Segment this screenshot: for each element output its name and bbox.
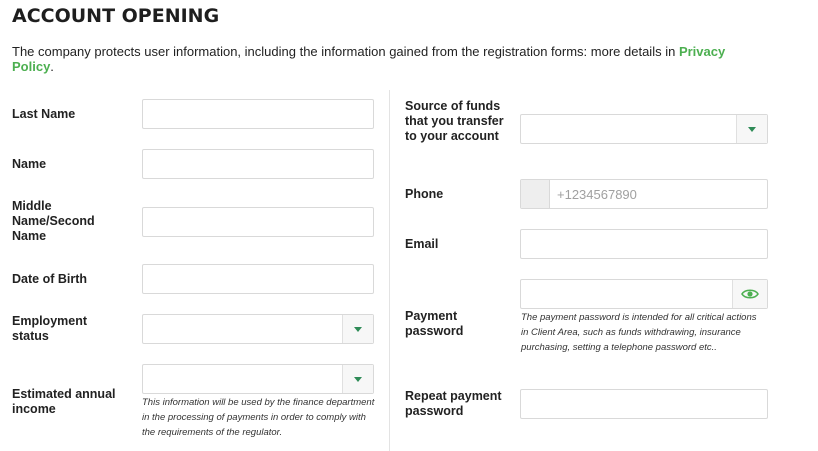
privacy-notice-text: The company protects user information, i…: [12, 44, 679, 59]
employment-status-select[interactable]: [142, 314, 374, 344]
phone-field[interactable]: [520, 179, 768, 209]
middle-name-label: Middle Name/Second Name: [12, 199, 95, 243]
chevron-down-icon[interactable]: [736, 115, 767, 143]
email-input[interactable]: [520, 229, 768, 259]
employment-status-label: Employment status: [12, 314, 88, 343]
last-name-label: Last Name: [12, 107, 76, 121]
middle-name-input[interactable]: [142, 207, 374, 237]
repeat-password-label: Repeat payment password: [405, 389, 502, 418]
name-label: Name: [12, 157, 47, 171]
income-hint: This information will be used by the fin…: [142, 397, 375, 438]
source-of-funds-select[interactable]: [520, 114, 768, 144]
page-title: ACCOUNT OPENING: [12, 5, 220, 27]
date-of-birth-label: Date of Birth: [12, 272, 87, 286]
eye-icon[interactable]: [732, 280, 767, 308]
payment-password-label: Payment password: [405, 309, 464, 338]
payment-password-hint: The payment password is intended for all…: [521, 312, 757, 353]
chevron-down-icon[interactable]: [342, 315, 373, 343]
email-label: Email: [405, 237, 439, 251]
privacy-notice: The company protects user information, i…: [12, 44, 752, 74]
column-divider: [389, 90, 390, 451]
chevron-down-icon[interactable]: [342, 365, 373, 393]
date-of-birth-input[interactable]: [142, 264, 374, 294]
last-name-input[interactable]: [142, 99, 374, 129]
repeat-password-input[interactable]: [520, 389, 768, 419]
phone-label: Phone: [405, 187, 444, 201]
privacy-notice-end: .: [50, 59, 54, 74]
name-input[interactable]: [142, 149, 374, 179]
estimated-income-label: Estimated annual income: [12, 387, 116, 416]
source-of-funds-label: Source of funds that you transfer to you…: [405, 99, 504, 143]
phone-input[interactable]: [557, 180, 757, 208]
payment-password-input[interactable]: [520, 279, 768, 309]
phone-country-code[interactable]: [521, 180, 550, 208]
estimated-income-select[interactable]: [142, 364, 374, 394]
